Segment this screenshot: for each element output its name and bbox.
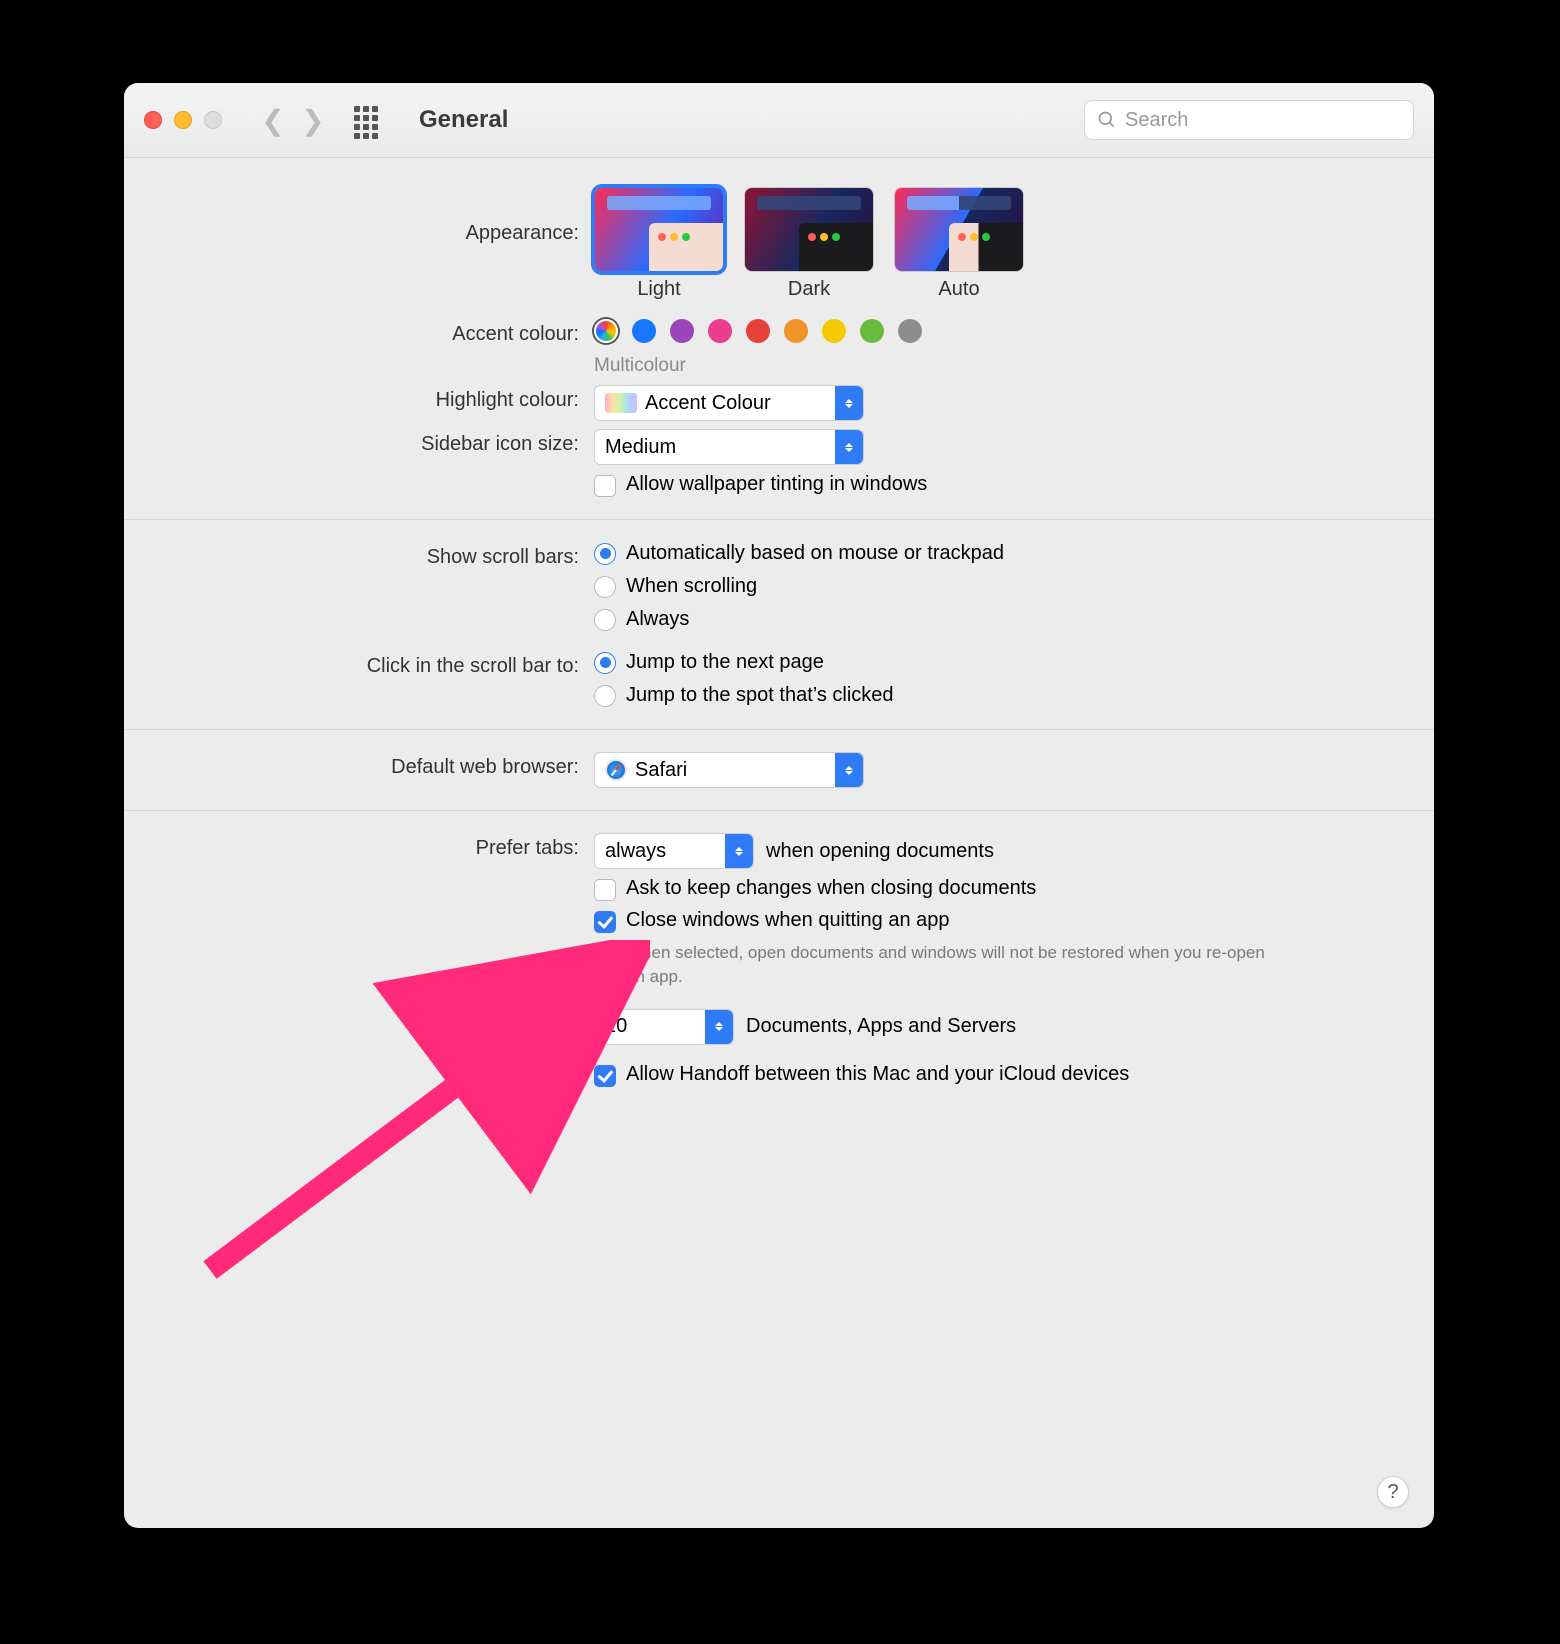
- chevron-updown-icon: [725, 834, 753, 868]
- recent-label: Recent items:: [164, 1009, 594, 1036]
- appearance-label: Appearance:: [164, 187, 594, 245]
- radio-icon: [594, 685, 616, 707]
- forward-button: ❯: [299, 104, 327, 137]
- close-window-button[interactable]: [144, 111, 162, 129]
- appearance-options: Light Dark: [594, 187, 1394, 301]
- scroll-auto-radio[interactable]: Automatically based on mouse or trackpad: [594, 542, 1394, 565]
- appearance-auto-label: Auto: [938, 278, 979, 301]
- minimize-window-button[interactable]: [174, 111, 192, 129]
- accent-label: Accent colour:: [164, 319, 594, 346]
- accent-multicolour[interactable]: [594, 319, 618, 343]
- zoom-window-button: [204, 111, 222, 129]
- ask-keep-label: Ask to keep changes when closing documen…: [626, 877, 1036, 900]
- click-next-page-radio[interactable]: Jump to the next page: [594, 651, 1394, 674]
- radio-icon: [594, 576, 616, 598]
- content-area: Appearance: Light: [124, 158, 1434, 1091]
- chevron-updown-icon: [835, 753, 863, 787]
- radio-icon: [594, 609, 616, 631]
- accent-purple[interactable]: [670, 319, 694, 343]
- ask-keep-checkbox[interactable]: Ask to keep changes when closing documen…: [594, 877, 1394, 901]
- chevron-updown-icon: [705, 1010, 733, 1044]
- appearance-light-label: Light: [637, 278, 680, 301]
- browser-value: Safari: [635, 759, 687, 782]
- appearance-dark[interactable]: [744, 187, 874, 272]
- appearance-light[interactable]: [594, 187, 724, 272]
- recent-suffix: Documents, Apps and Servers: [746, 1015, 1016, 1038]
- recent-select[interactable]: 10: [594, 1009, 734, 1045]
- tabs-select[interactable]: always: [594, 833, 754, 869]
- chevron-updown-icon: [835, 430, 863, 464]
- click-next-label: Jump to the next page: [626, 651, 824, 674]
- safari-icon: [605, 759, 627, 781]
- close-windows-help: When selected, open documents and window…: [626, 941, 1286, 989]
- handoff-checkbox[interactable]: Allow Handoff between this Mac and your …: [594, 1063, 1394, 1087]
- click-spot-radio[interactable]: Jump to the spot that’s clicked: [594, 684, 1394, 707]
- accent-selected-name: Multicolour: [594, 355, 1394, 377]
- back-button[interactable]: ❮: [259, 104, 287, 137]
- help-button[interactable]: ?: [1377, 1476, 1409, 1508]
- wallpaper-tint-label: Allow wallpaper tinting in windows: [626, 473, 927, 496]
- accent-pink[interactable]: [708, 319, 732, 343]
- highlight-swatch-icon: [605, 393, 637, 413]
- search-icon: [1097, 110, 1117, 130]
- prefs-window: ❮ ❯ General Search Appearance:: [124, 83, 1434, 1528]
- accent-graphite[interactable]: [898, 319, 922, 343]
- accent-green[interactable]: [860, 319, 884, 343]
- close-windows-label: Close windows when quitting an app: [626, 909, 950, 932]
- window-controls: [144, 111, 222, 129]
- show-all-icon[interactable]: [354, 106, 382, 134]
- search-placeholder: Search: [1125, 109, 1188, 132]
- sidebar-size-value: Medium: [605, 436, 676, 459]
- tabs-label: Prefer tabs:: [164, 833, 594, 860]
- browser-label: Default web browser:: [164, 752, 594, 779]
- click-scroll-label: Click in the scroll bar to:: [164, 651, 594, 678]
- search-field[interactable]: Search: [1084, 100, 1414, 140]
- appearance-auto[interactable]: [894, 187, 1024, 272]
- accent-orange[interactable]: [784, 319, 808, 343]
- highlight-value: Accent Colour: [645, 392, 771, 415]
- recent-value: 10: [605, 1015, 627, 1038]
- scroll-always-label: Always: [626, 608, 689, 631]
- handoff-label: Allow Handoff between this Mac and your …: [626, 1063, 1129, 1086]
- tabs-value: always: [605, 840, 666, 863]
- browser-select[interactable]: Safari: [594, 752, 864, 788]
- checkbox-icon: [594, 475, 616, 497]
- highlight-label: Highlight colour:: [164, 385, 594, 412]
- click-spot-label: Jump to the spot that’s clicked: [626, 684, 894, 707]
- close-windows-checkbox[interactable]: Close windows when quitting an app: [594, 909, 1394, 933]
- scroll-auto-label: Automatically based on mouse or trackpad: [626, 542, 1004, 565]
- checkbox-icon: [594, 911, 616, 933]
- highlight-select[interactable]: Accent Colour: [594, 385, 864, 421]
- checkbox-icon: [594, 1065, 616, 1087]
- toolbar: ❮ ❯ General Search: [124, 83, 1434, 158]
- scroll-when-radio[interactable]: When scrolling: [594, 575, 1394, 598]
- window-title: General: [419, 106, 508, 134]
- accent-blue[interactable]: [632, 319, 656, 343]
- wallpaper-tint-checkbox[interactable]: Allow wallpaper tinting in windows: [594, 473, 1394, 497]
- scroll-always-radio[interactable]: Always: [594, 608, 1394, 631]
- sidebar-size-label: Sidebar icon size:: [164, 429, 594, 456]
- sidebar-size-select[interactable]: Medium: [594, 429, 864, 465]
- accent-yellow[interactable]: [822, 319, 846, 343]
- accent-red[interactable]: [746, 319, 770, 343]
- radio-icon: [594, 543, 616, 565]
- scroll-when-label: When scrolling: [626, 575, 757, 598]
- chevron-updown-icon: [835, 386, 863, 420]
- scrollbars-label: Show scroll bars:: [164, 542, 594, 569]
- appearance-dark-label: Dark: [788, 278, 830, 301]
- accent-color-group: [594, 319, 1394, 343]
- radio-icon: [594, 652, 616, 674]
- tabs-suffix: when opening documents: [766, 840, 994, 863]
- checkbox-icon: [594, 879, 616, 901]
